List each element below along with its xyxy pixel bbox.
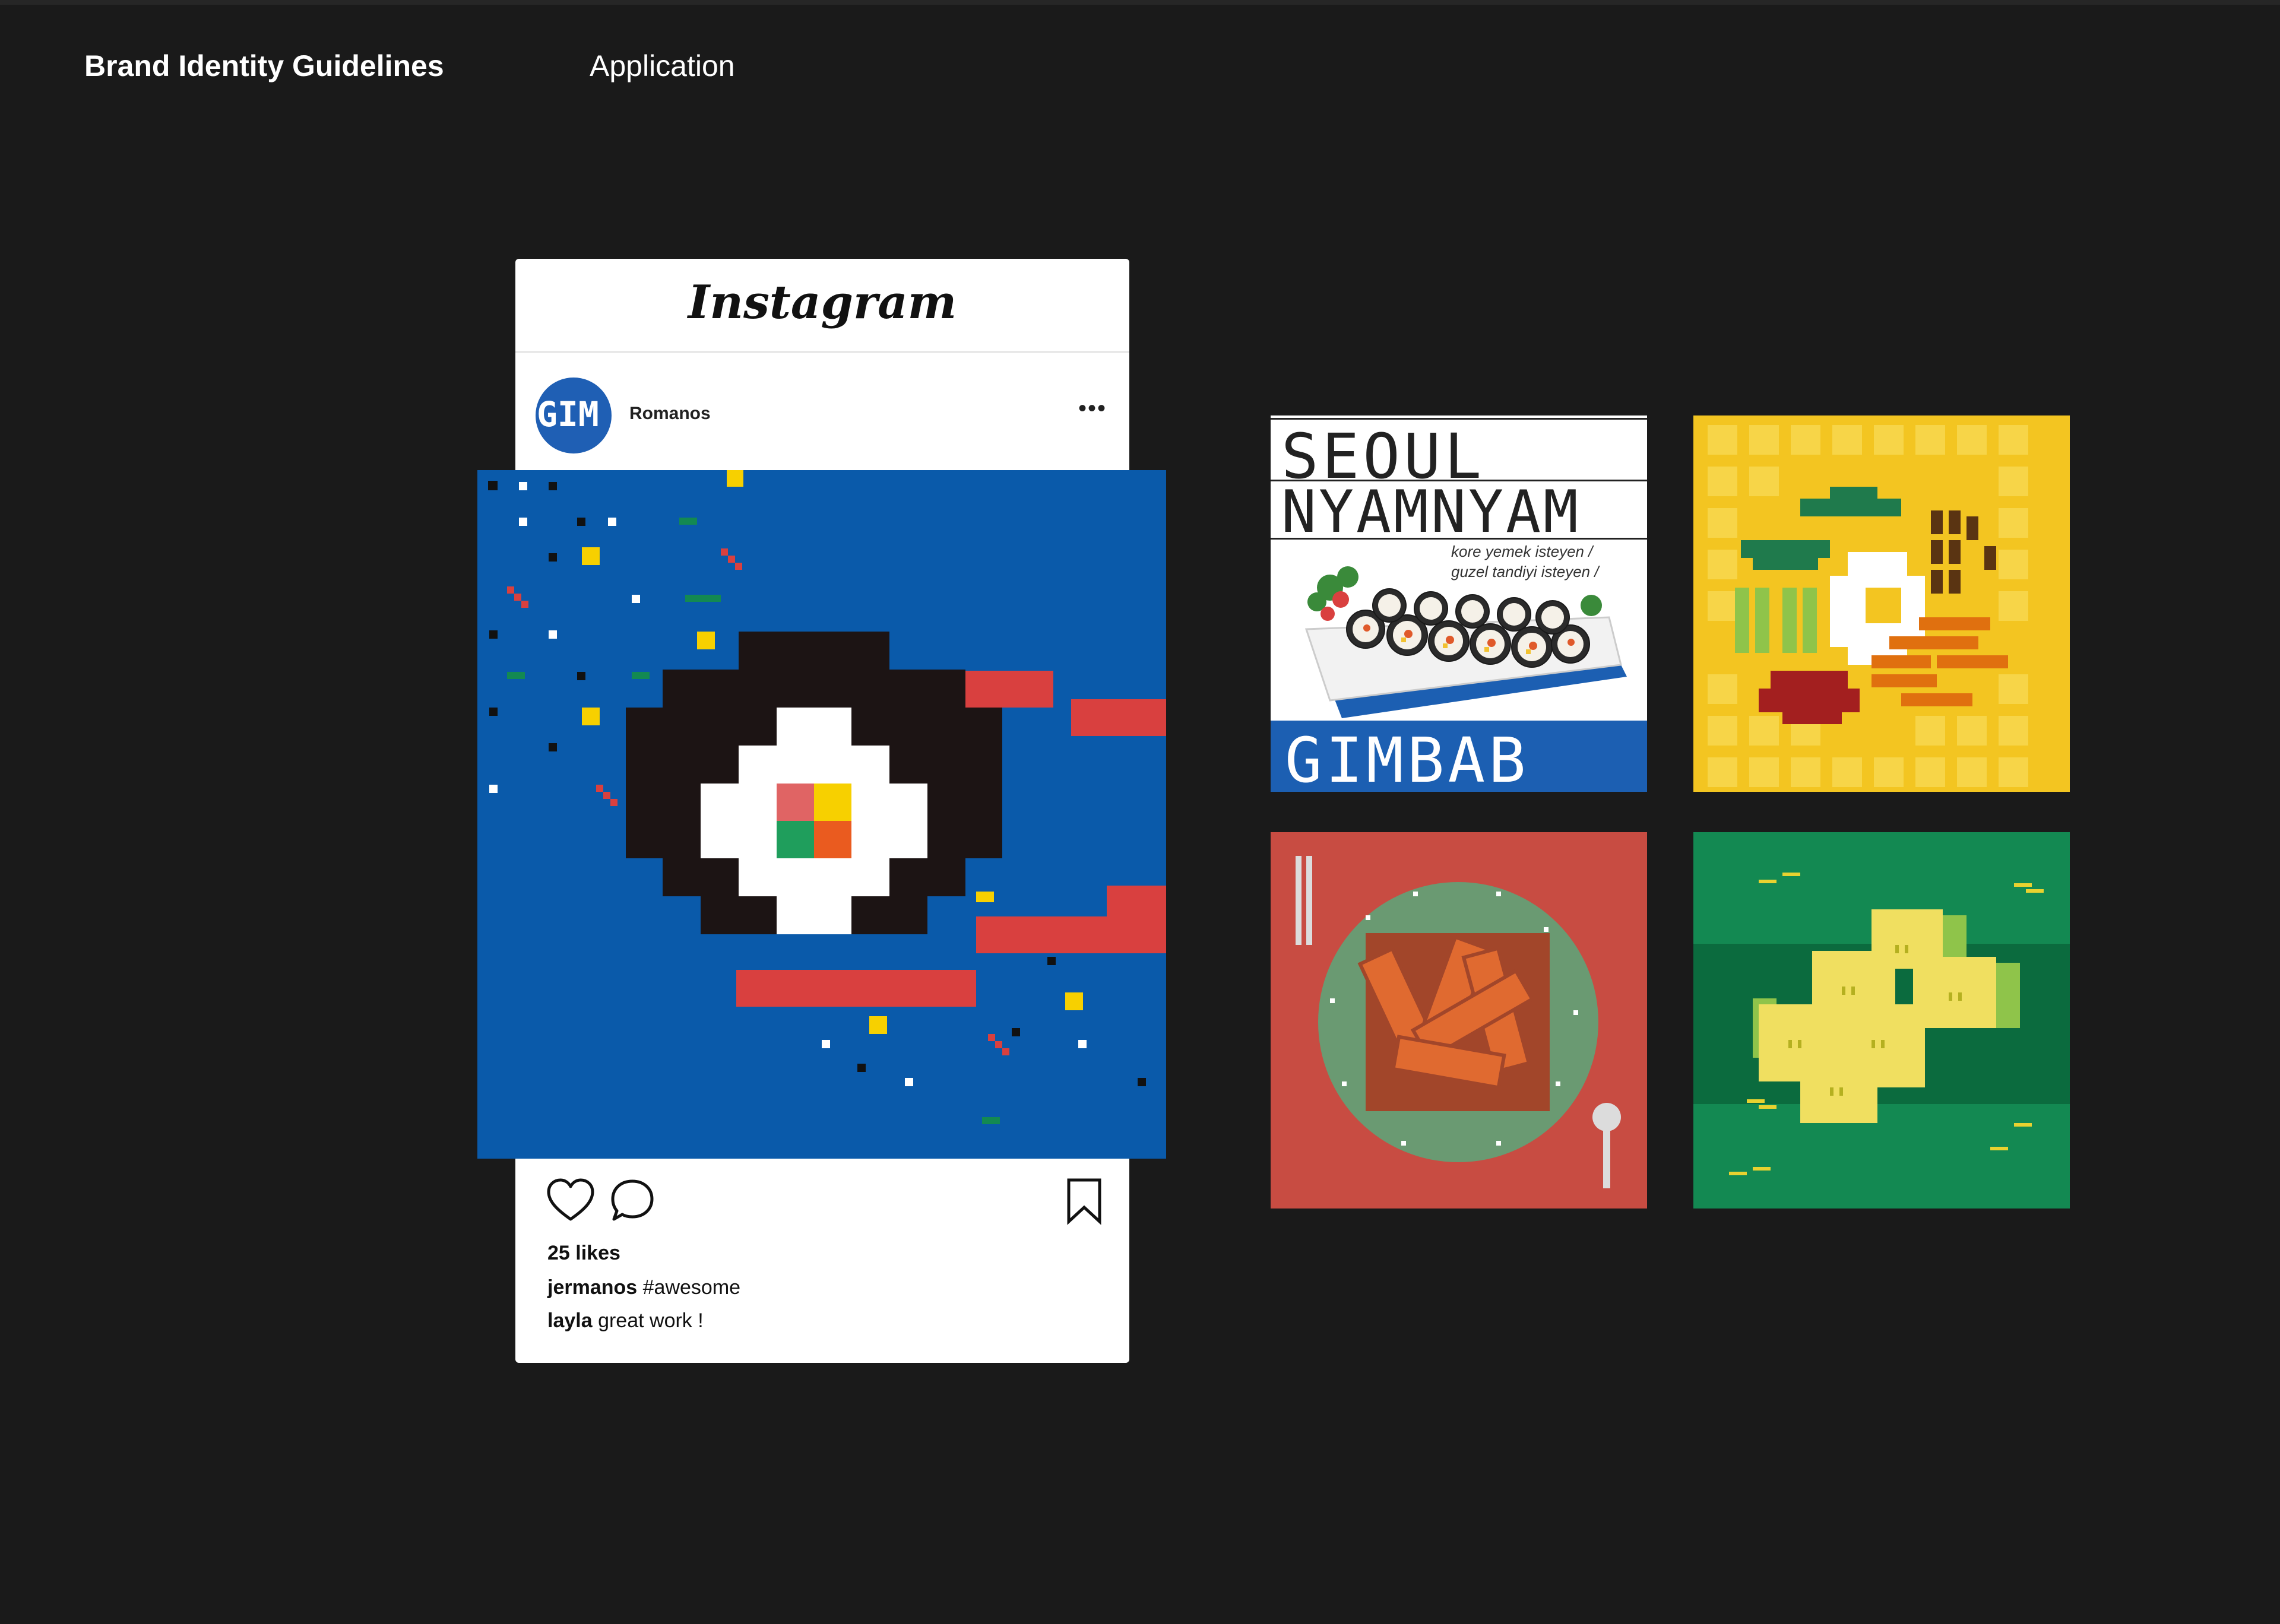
- gimbab-plate-illustration: [1304, 566, 1627, 718]
- avatar-text: GIM: [537, 394, 599, 434]
- top-bar: [0, 0, 2280, 5]
- comment-text: great work !: [598, 1309, 704, 1332]
- gimbab-pixel-art: [477, 470, 1166, 1159]
- post-image-gimbab-pixel-art[interactable]: [477, 470, 1166, 1159]
- more-options-icon[interactable]: •••: [1078, 395, 1107, 422]
- brand-guidelines-page: Brand Identity Guidelines Application In…: [0, 0, 2280, 1624]
- bookmark-icon[interactable]: [1064, 1176, 1104, 1225]
- avatar[interactable]: GIM: [536, 378, 612, 453]
- tile-dumplings-pixel-art[interactable]: [1693, 832, 2070, 1209]
- comment-user[interactable]: layla: [547, 1309, 593, 1332]
- instagram-header: Instagram: [515, 259, 1129, 353]
- caption-text: #awesome: [642, 1276, 741, 1299]
- poster-product-name: GIMBAB: [1285, 724, 1530, 792]
- caption-row: jermanos #awesome: [547, 1276, 740, 1299]
- tile-gimbab-poster[interactable]: SEOUL NYAMNYAM kore yemek isteyen / guze…: [1271, 415, 1647, 792]
- comment-icon[interactable]: [608, 1176, 657, 1224]
- heart-icon[interactable]: [545, 1176, 596, 1224]
- tile-egg-bowl-pixel-art[interactable]: [1693, 415, 2070, 792]
- tile-tteokbokki-pixel-art[interactable]: [1271, 832, 1647, 1209]
- poster-title-line2: NYAMNYAM: [1281, 478, 1581, 546]
- caption-user[interactable]: jermanos: [547, 1276, 637, 1299]
- likes-count: 25 likes: [547, 1242, 620, 1264]
- instagram-logo: Instagram: [688, 275, 957, 329]
- divider: [1271, 418, 1647, 420]
- tteokbokki-pixel-art: [1271, 832, 1647, 1209]
- egg-bowl-pixel-art: [1693, 415, 2070, 792]
- post-username[interactable]: Romanos: [629, 404, 711, 424]
- page-title: Brand Identity Guidelines: [84, 49, 444, 83]
- dumplings-pixel-art: [1693, 832, 2070, 1209]
- comment-row: layla great work !: [547, 1309, 704, 1333]
- section-title: Application: [590, 49, 735, 83]
